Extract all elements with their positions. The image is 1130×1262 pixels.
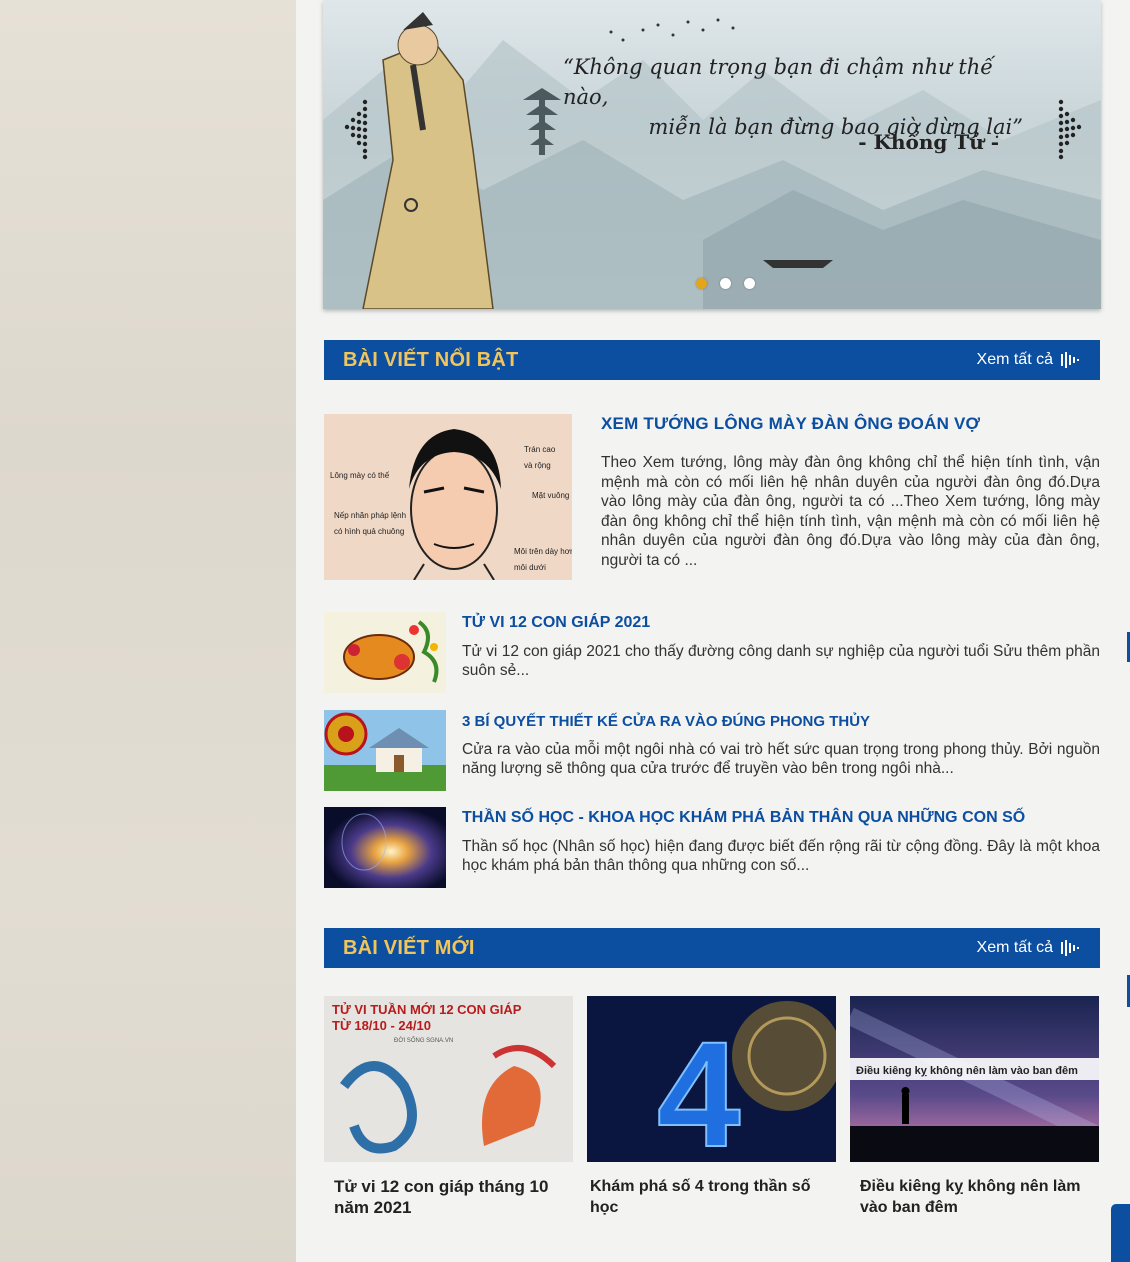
featured-main-image[interactable]: Trán cao và rộng Lông mày có thế Mặt vuô…: [324, 414, 572, 580]
latest-card-1-image[interactable]: TỬ VI TUẦN MỚI 12 CON GIÁP TỪ 18/10 - 24…: [324, 996, 573, 1162]
latest-card-2-title[interactable]: Khám phá số 4 trong thần số học: [590, 1176, 835, 1218]
hero-banner[interactable]: “Không quan trọng bạn đi chậm như thế nà…: [323, 0, 1101, 309]
item-2-image[interactable]: [324, 710, 446, 791]
item-2-desc: Cửa ra vào của mỗi một ngôi nhà có vai t…: [462, 741, 1100, 777]
card-3-img-text: Điều kiêng kỵ không nên làm vào ban đêm: [856, 1065, 1078, 1077]
featured-see-all-link[interactable]: Xem tất cả: [977, 351, 1082, 369]
item-1-image[interactable]: [324, 612, 446, 693]
latest-section-title: BÀI VIẾT MỚI: [343, 937, 475, 959]
quote-line-1: “Không quan trọng bạn đi chậm như thế nà…: [563, 55, 994, 109]
item-3-title[interactable]: THẦN SỐ HỌC - KHOA HỌC KHÁM PHÁ BẢN THÂN…: [462, 809, 1025, 827]
featured-section-title: BÀI VIẾT NỔI BẬT: [343, 349, 519, 371]
banner-quote: “Không quan trọng bạn đi chậm như thế nà…: [563, 52, 1023, 142]
label-nep2: có hình quả chuông: [334, 527, 404, 536]
latest-card-2-image[interactable]: 4: [587, 996, 836, 1162]
card-1-img-text-3: ĐỜI SỐNG SGNA.VN: [394, 1037, 453, 1044]
featured-section-header: BÀI VIẾT NỔI BẬT Xem tất cả: [324, 340, 1100, 380]
item-3-image[interactable]: [324, 807, 446, 888]
label-tran: Trán cao: [524, 445, 556, 454]
featured-main-desc: Theo Xem tướng, lông mày đàn ông không c…: [601, 454, 1100, 569]
slide-dot-3[interactable]: [744, 278, 755, 289]
see-all-label: Xem tất cả: [976, 351, 1053, 368]
item-1-desc: Tử vi 12 con giáp 2021 cho thấy đường cô…: [462, 643, 1100, 679]
slide-dot-1[interactable]: [696, 278, 707, 289]
latest-card-3-image[interactable]: Điều kiêng kỵ không nên làm vào ban đêm: [850, 996, 1099, 1162]
label-tran2: và rộng: [524, 461, 551, 470]
prev-slide-arrow-icon[interactable]: [339, 98, 373, 160]
label-long-may: Lông mày có thế: [330, 471, 390, 480]
see-all-arrow-icon: [1061, 352, 1079, 368]
label-nep: Nếp nhăn pháp lệnh: [334, 511, 406, 520]
card-1-img-text-1: TỬ VI TUẦN MỚI 12 CON GIÁP: [332, 1002, 522, 1017]
label-mat: Mặt vuông: [532, 491, 569, 500]
item-3-desc: Thần số học (Nhân số học) hiện đang được…: [462, 838, 1100, 874]
see-all-label: Xem tất cả: [976, 939, 1053, 956]
floating-side-button[interactable]: [1111, 1204, 1130, 1262]
label-moi2: môi dưới: [514, 563, 546, 572]
banner-artwork: [323, 12, 1101, 309]
card-2-big-number: 4: [657, 1010, 740, 1162]
featured-main-title[interactable]: XEM TƯỚNG LÔNG MÀY ĐÀN ÔNG ĐOÁN VỢ: [601, 414, 980, 434]
next-slide-arrow-icon[interactable]: [1055, 98, 1089, 160]
label-moi: Môi trên dày hơn: [514, 547, 572, 556]
slide-dot-2[interactable]: [720, 278, 731, 289]
latest-card-1-title[interactable]: Tử vi 12 con giáp tháng 10 năm 2021: [334, 1176, 562, 1218]
item-2-title[interactable]: 3 BÍ QUYẾT THIẾT KẾ CỬA RA VÀO ĐÚNG PHON…: [462, 713, 870, 730]
see-all-arrow-icon: [1061, 940, 1079, 956]
latest-see-all-link[interactable]: Xem tất cả: [977, 939, 1082, 957]
slide-dots: [696, 278, 755, 289]
card-1-img-text-2: TỪ 18/10 - 24/10: [332, 1018, 431, 1033]
item-1-title[interactable]: TỬ VI 12 CON GIÁP 2021: [462, 614, 650, 632]
quote-author: - Khổng Tử -: [858, 130, 999, 154]
left-background: [0, 0, 296, 1262]
latest-section-header: BÀI VIẾT MỚI Xem tất cả: [324, 928, 1100, 968]
latest-card-3-title[interactable]: Điều kiêng kỵ không nên làm vào ban đêm: [860, 1176, 1085, 1218]
